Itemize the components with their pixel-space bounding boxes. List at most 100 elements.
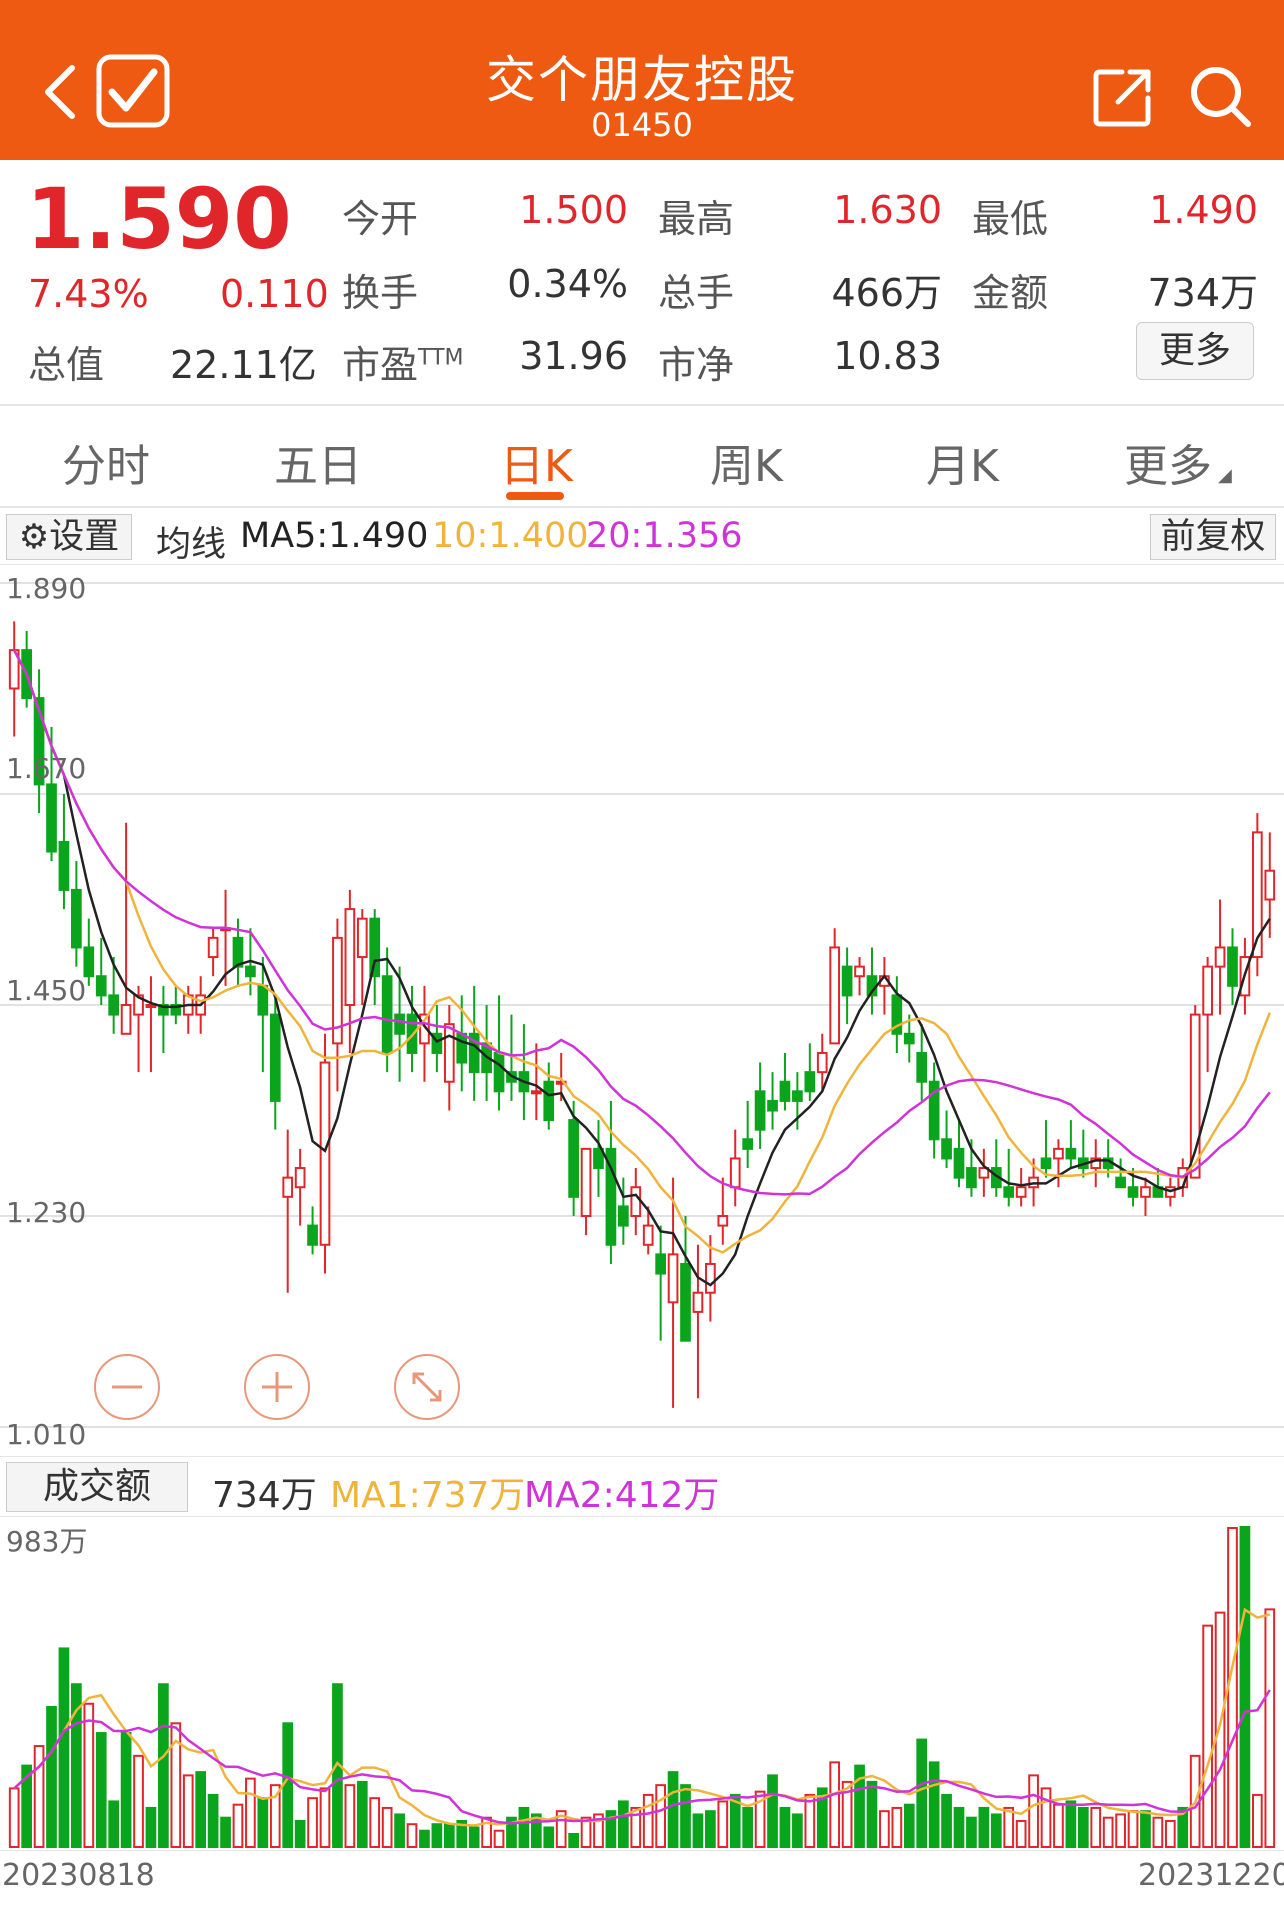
candle-body xyxy=(95,975,107,997)
volume-bar xyxy=(866,1780,878,1849)
volume-bar xyxy=(381,1806,393,1849)
volume-bar xyxy=(1202,1624,1213,1848)
high-value: 1.630 xyxy=(833,188,942,232)
candle-body xyxy=(319,1061,331,1246)
volume-indicator-button[interactable]: 成交额 xyxy=(6,1462,188,1512)
tab-five-day[interactable]: 五日 xyxy=(274,430,362,494)
candle-body xyxy=(344,908,356,1006)
volume-bar xyxy=(543,1826,555,1849)
volume-bar xyxy=(903,1803,915,1849)
share-button[interactable] xyxy=(1092,66,1154,128)
volume-bar xyxy=(1090,1806,1102,1849)
zoom-in-button[interactable] xyxy=(244,1354,310,1420)
ma10-value: 10:1.400 xyxy=(432,516,589,556)
tab-intraday[interactable]: 分时 xyxy=(62,430,150,494)
expand-icon xyxy=(412,1372,442,1402)
candle-body xyxy=(232,936,244,968)
fullscreen-button[interactable] xyxy=(394,1354,460,1420)
candle-body xyxy=(46,783,57,853)
candle-body xyxy=(829,946,841,1045)
adjust-price-button[interactable]: 前复权 xyxy=(1150,514,1276,560)
amount-label: 金额 xyxy=(972,271,1049,315)
volume-bar xyxy=(655,1784,666,1849)
y-tick-label: 1.890 xyxy=(6,572,87,605)
open-label: 今开 xyxy=(342,197,419,241)
volume-bar xyxy=(804,1793,816,1849)
quote-more-button[interactable]: 更多 xyxy=(1136,322,1254,380)
volume-bar xyxy=(406,1823,418,1849)
candle-body xyxy=(381,975,393,1054)
candle-body xyxy=(854,965,865,978)
candle-body xyxy=(1127,1186,1139,1198)
candle-body xyxy=(1227,946,1238,987)
zoom-out-button[interactable] xyxy=(94,1354,160,1420)
change-percent: 7.43% xyxy=(28,272,149,316)
plus-icon xyxy=(262,1372,292,1402)
candle-body xyxy=(1115,1176,1126,1189)
candle-body xyxy=(717,1215,729,1227)
tab-daily-k[interactable]: 日K xyxy=(500,430,573,494)
candle-body xyxy=(667,1253,679,1304)
tab-more[interactable]: 更多 ◢ xyxy=(1124,430,1232,494)
volume-bar xyxy=(1152,1816,1164,1849)
candle-body xyxy=(257,984,269,1016)
volume-value: 466万 xyxy=(831,271,942,315)
minus-icon xyxy=(112,1385,142,1389)
volume-y-tick-label: 983万 xyxy=(6,1525,88,1558)
divider xyxy=(0,1456,1284,1457)
volume-bar xyxy=(356,1780,368,1849)
low-value: 1.490 xyxy=(1149,188,1258,232)
chart-settings-button[interactable]: ⚙设置 xyxy=(6,514,132,560)
search-button[interactable] xyxy=(1188,64,1254,130)
volume-bar-chart[interactable] xyxy=(0,1517,1284,1849)
high-label: 最高 xyxy=(658,197,735,241)
pe-value: 31.96 xyxy=(519,334,628,378)
candle-body xyxy=(841,965,853,997)
volume-ma2: MA2:412万 xyxy=(524,1475,720,1516)
volume-bar xyxy=(1115,1813,1126,1849)
volume-bar xyxy=(307,1797,318,1849)
candle-body xyxy=(816,1051,828,1074)
search-icon xyxy=(1191,67,1251,127)
volume-bar xyxy=(294,1819,306,1849)
share-icon xyxy=(1093,69,1151,127)
tab-weekly-k[interactable]: 周K xyxy=(710,430,783,494)
candlestick-chart[interactable] xyxy=(0,565,1284,1455)
candle-body xyxy=(307,1224,318,1246)
volume-bar xyxy=(1214,1611,1226,1848)
volume-bar xyxy=(879,1810,890,1849)
volume-bar xyxy=(419,1829,430,1849)
last-price: 1.590 xyxy=(26,170,292,268)
low-label: 最低 xyxy=(972,197,1049,241)
volume-bar xyxy=(282,1722,294,1848)
volume-bar xyxy=(182,1774,194,1849)
volume-bar xyxy=(829,1761,841,1849)
volume-bar xyxy=(83,1702,95,1848)
candle-body xyxy=(108,994,120,1016)
tab-monthly-k[interactable]: 月K xyxy=(926,430,999,494)
volume-bar xyxy=(1127,1810,1139,1849)
candle-body xyxy=(953,1147,965,1179)
y-tick-label: 1.450 xyxy=(6,974,87,1007)
pe-sup: TTM xyxy=(418,345,464,371)
volume-bar xyxy=(518,1806,530,1849)
volume-bar xyxy=(568,1832,579,1849)
volume-bar xyxy=(8,1787,20,1849)
volume-bar xyxy=(978,1806,990,1849)
volume-bar xyxy=(953,1806,965,1849)
volume-bar xyxy=(344,1784,356,1849)
candle-body xyxy=(443,1023,455,1083)
divider xyxy=(0,404,1284,406)
candle-body xyxy=(792,1090,803,1102)
candle-body xyxy=(294,1167,306,1189)
volume-bar xyxy=(1028,1774,1039,1849)
volume-bar xyxy=(792,1813,803,1849)
turnover-label: 换手 xyxy=(342,271,419,315)
candle-body xyxy=(630,1186,642,1218)
tab-more-label: 更多 xyxy=(1124,441,1212,492)
volume-ma1: MA1:737万 xyxy=(330,1475,526,1516)
candle-body xyxy=(568,1119,579,1198)
volume-bar xyxy=(692,1813,704,1849)
volume-bar xyxy=(431,1823,443,1849)
volume-value: 734万 xyxy=(212,1475,317,1516)
